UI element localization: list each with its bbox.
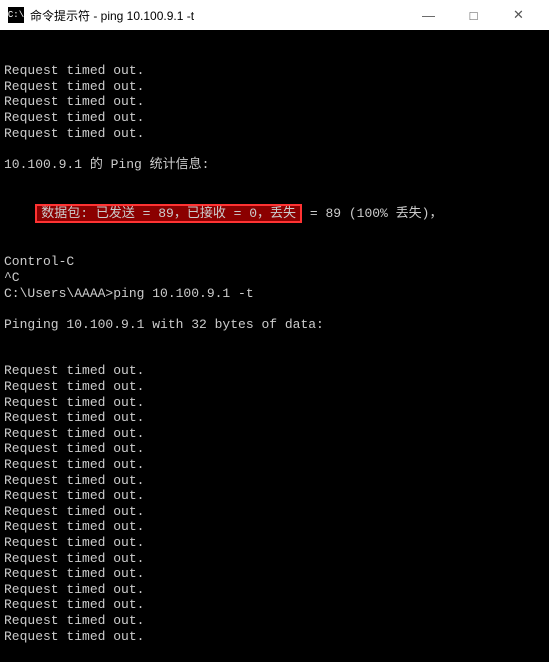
terminal-line: Request timed out.	[4, 519, 545, 535]
terminal-line: Request timed out.	[4, 551, 545, 567]
terminal-line: Request timed out.	[4, 110, 545, 126]
terminal-lines-bottom: Request timed out.Request timed out.Requ…	[4, 363, 545, 644]
terminal-line: C:\Users\AAAA>ping 10.100.9.1 -t	[4, 286, 545, 302]
terminal-line: Request timed out.	[4, 410, 545, 426]
cmd-icon: C:\	[8, 7, 24, 23]
maximize-button[interactable]: □	[451, 0, 496, 30]
window-titlebar: C:\ 命令提示符 - ping 10.100.9.1 -t — □ ✕	[0, 0, 549, 30]
terminal-line: Request timed out.	[4, 441, 545, 457]
terminal-line: Request timed out.	[4, 566, 545, 582]
window-title: 命令提示符 - ping 10.100.9.1 -t	[30, 7, 406, 24]
terminal-line: Request timed out.	[4, 426, 545, 442]
terminal-line: Request timed out.	[4, 94, 545, 110]
terminal-line: Request timed out.	[4, 504, 545, 520]
minimize-button[interactable]: —	[406, 0, 451, 30]
terminal-line: Control-C	[4, 254, 545, 270]
terminal-line: Request timed out.	[4, 63, 545, 79]
terminal-line: Request timed out.	[4, 597, 545, 613]
terminal-line: ^C	[4, 270, 545, 286]
terminal-line: Request timed out.	[4, 363, 545, 379]
terminal-line: Request timed out.	[4, 629, 545, 645]
window-controls: — □ ✕	[406, 0, 541, 30]
terminal-line: Request timed out.	[4, 379, 545, 395]
terminal-line: Request timed out.	[4, 79, 545, 95]
highlight-line: 数据包: 已发送 = 89，已接收 = 0，丢失 = 89 (100% 丢失)，	[4, 204, 545, 224]
terminal-line: Request timed out.	[4, 126, 545, 142]
terminal-line: Request timed out.	[4, 613, 545, 629]
terminal-lines-top: Request timed out.Request timed out.Requ…	[4, 63, 545, 172]
terminal-line: Request timed out.	[4, 488, 545, 504]
terminal-lines-mid: Control-C^CC:\Users\AAAA>ping 10.100.9.1…	[4, 254, 545, 332]
terminal-line: Request timed out.	[4, 395, 545, 411]
terminal-line: Request timed out.	[4, 582, 545, 598]
terminal-line: Request timed out.	[4, 473, 545, 489]
terminal-line: Request timed out.	[4, 535, 545, 551]
ping-stats-highlight: 数据包: 已发送 = 89，已接收 = 0，丢失	[35, 204, 302, 224]
terminal-line	[4, 301, 545, 317]
terminal-line: 10.100.9.1 的 Ping 统计信息:	[4, 157, 545, 173]
terminal-line: Request timed out.	[4, 457, 545, 473]
terminal-output[interactable]: Request timed out.Request timed out.Requ…	[0, 30, 549, 662]
terminal-line	[4, 141, 545, 157]
close-button[interactable]: ✕	[496, 0, 541, 30]
terminal-line: Pinging 10.100.9.1 with 32 bytes of data…	[4, 317, 545, 333]
